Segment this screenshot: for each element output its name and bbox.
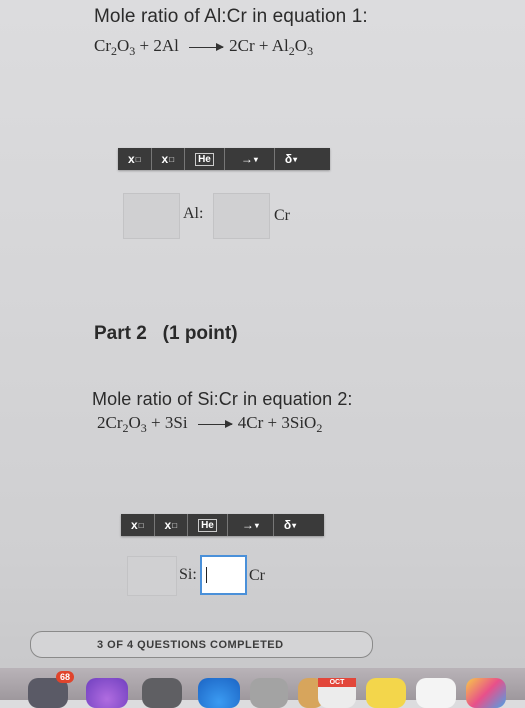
progress-text: 3 OF 4 QUESTIONS COMPLETED bbox=[97, 638, 284, 651]
al-answer-box[interactable] bbox=[123, 193, 180, 239]
superscript-button[interactable]: x □ bbox=[118, 148, 152, 170]
reaction-arrow-icon bbox=[197, 419, 233, 428]
cr-answer-box[interactable] bbox=[213, 193, 270, 239]
q1-reactant-2: + 2Al bbox=[135, 36, 184, 55]
q1-product-o: O bbox=[294, 36, 308, 55]
photos-icon[interactable] bbox=[466, 678, 506, 708]
q2-reactant-2: + 3Si bbox=[146, 413, 192, 432]
element-button[interactable]: He bbox=[185, 148, 225, 170]
mail-icon[interactable] bbox=[250, 678, 288, 708]
siri-icon[interactable] bbox=[86, 678, 128, 708]
cr-label: Cr bbox=[249, 567, 265, 584]
cr-label: Cr bbox=[274, 207, 290, 224]
calendar-icon[interactable]: OCT bbox=[318, 678, 356, 708]
subscript-label: x bbox=[161, 152, 169, 166]
question1-title: Mole ratio of Al:Cr in equation 1: bbox=[94, 6, 368, 27]
superscript-label: x bbox=[128, 152, 135, 166]
reaction-arrow-icon bbox=[189, 42, 225, 51]
safari-icon[interactable] bbox=[198, 678, 240, 708]
notification-badge: 68 bbox=[56, 671, 75, 683]
superscript-button[interactable]: x □ bbox=[121, 514, 155, 536]
q1-reactant-1-o: O bbox=[117, 36, 130, 55]
si-label: Si: bbox=[179, 566, 197, 583]
reminders-icon[interactable] bbox=[416, 678, 456, 708]
dock: 68 OCT bbox=[0, 668, 525, 708]
calendar-month: OCT bbox=[318, 678, 356, 687]
q2-reactant-1: 2Cr bbox=[97, 413, 123, 432]
superscript-label: x bbox=[131, 518, 138, 532]
subscript-button[interactable]: x □ bbox=[152, 148, 186, 170]
question1-equation: Cr2O3 + 2Al 2Cr + Al2O3 bbox=[94, 36, 313, 59]
si-answer-box[interactable] bbox=[127, 556, 177, 596]
q2-reactant-1-o: O bbox=[128, 413, 141, 432]
q2-products: 4Cr + 3SiO bbox=[237, 413, 317, 432]
cr-answer-input[interactable] bbox=[200, 555, 247, 595]
progress-bar: 3 OF 4 QUESTIONS COMPLETED bbox=[30, 631, 373, 658]
delta-button[interactable]: δ ▾ bbox=[274, 514, 306, 536]
arrow-button[interactable]: → ▾ bbox=[225, 148, 275, 170]
delta-label: δ bbox=[283, 518, 292, 532]
element-label: He bbox=[195, 152, 214, 166]
question2-equation: 2Cr2O3 + 3Si 4Cr + 3SiO2 bbox=[97, 413, 322, 436]
part2-title: Part 2 (1 point) bbox=[94, 323, 238, 344]
q1-reactant-1: Cr bbox=[94, 36, 111, 55]
arrow-label: → bbox=[241, 518, 254, 532]
element-button[interactable]: He bbox=[188, 514, 228, 536]
subscript-label: x bbox=[164, 518, 172, 532]
subscript-button[interactable]: x □ bbox=[155, 514, 189, 536]
text-cursor bbox=[206, 567, 207, 583]
question2-title: Mole ratio of Si:Cr in equation 2: bbox=[92, 389, 353, 409]
launchpad-icon[interactable] bbox=[142, 678, 182, 708]
notes-icon[interactable] bbox=[366, 678, 406, 708]
question2-format-toolbar: x □ x □ He → ▾ δ ▾ bbox=[121, 514, 324, 536]
q1-products: 2Cr + Al bbox=[229, 36, 289, 55]
al-label: Al: bbox=[183, 205, 204, 222]
element-label: He bbox=[198, 518, 217, 532]
delta-button[interactable]: δ ▾ bbox=[275, 148, 307, 170]
arrow-label: → bbox=[240, 152, 253, 166]
q1-product-sub2: 3 bbox=[307, 44, 314, 58]
arrow-button[interactable]: → ▾ bbox=[228, 514, 274, 536]
question1-format-toolbar: x □ x □ He → ▾ δ ▾ bbox=[118, 148, 330, 170]
delta-label: δ bbox=[284, 152, 293, 166]
q2-product-sub1: 2 bbox=[316, 421, 323, 435]
